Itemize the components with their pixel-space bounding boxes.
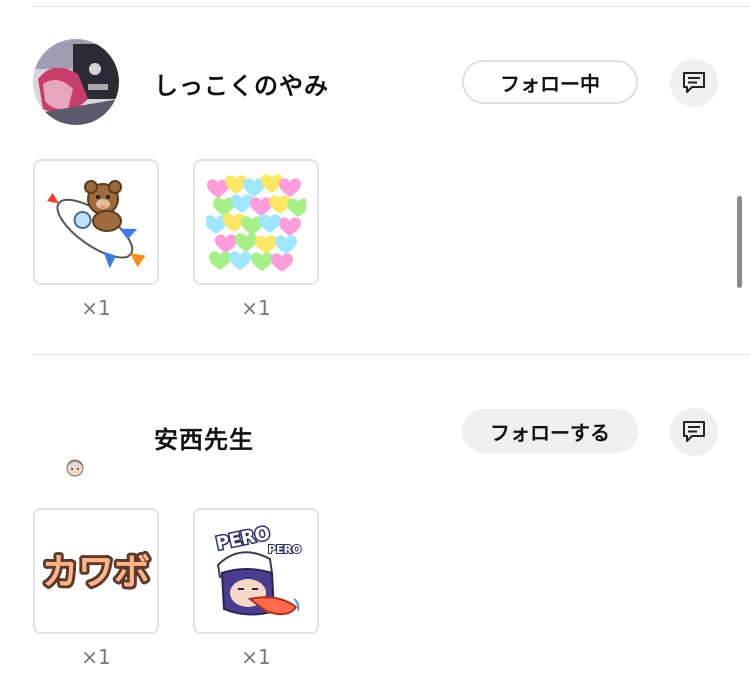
user-avatar-photo-icon bbox=[33, 39, 119, 125]
gift-count: ×1 bbox=[241, 645, 271, 669]
message-button[interactable] bbox=[670, 59, 718, 107]
user-avatar[interactable] bbox=[33, 420, 119, 506]
divider-top bbox=[32, 6, 750, 7]
user-name[interactable]: 安西先生 bbox=[154, 420, 254, 455]
svg-text:カワボ: カワボ bbox=[42, 552, 150, 593]
chat-bubble-icon bbox=[683, 72, 705, 93]
gift-item[interactable] bbox=[33, 159, 159, 285]
gift-item[interactable] bbox=[193, 159, 319, 285]
following-button[interactable]: フォロー中 bbox=[462, 60, 638, 104]
svg-text:PERO: PERO bbox=[214, 523, 272, 555]
kawabo-text-sticker-icon: カワボ カワボ bbox=[39, 549, 153, 596]
gift-count: ×1 bbox=[81, 645, 111, 669]
pero-pero-character-sticker-icon: PERO PERO bbox=[213, 521, 302, 616]
chat-bubble-icon bbox=[683, 421, 705, 442]
scrollbar-thumb[interactable] bbox=[737, 196, 742, 288]
divider-middle bbox=[32, 354, 750, 355]
user-name[interactable]: しっこくのやみ bbox=[154, 66, 329, 101]
small-character-avatar-icon bbox=[66, 459, 84, 477]
message-button[interactable] bbox=[670, 408, 718, 456]
colorful-hearts-sticker-icon bbox=[206, 174, 306, 272]
user-avatar[interactable] bbox=[33, 39, 119, 125]
gift-item[interactable]: カワボ カワボ bbox=[33, 508, 159, 634]
gift-item[interactable]: PERO PERO bbox=[193, 508, 319, 634]
svg-text:PERO: PERO bbox=[268, 543, 301, 556]
teddy-bear-rocket-sticker-icon bbox=[46, 180, 146, 269]
gift-count: ×1 bbox=[241, 296, 271, 320]
gift-count: ×1 bbox=[81, 296, 111, 320]
follow-button[interactable]: フォローする bbox=[462, 409, 638, 453]
